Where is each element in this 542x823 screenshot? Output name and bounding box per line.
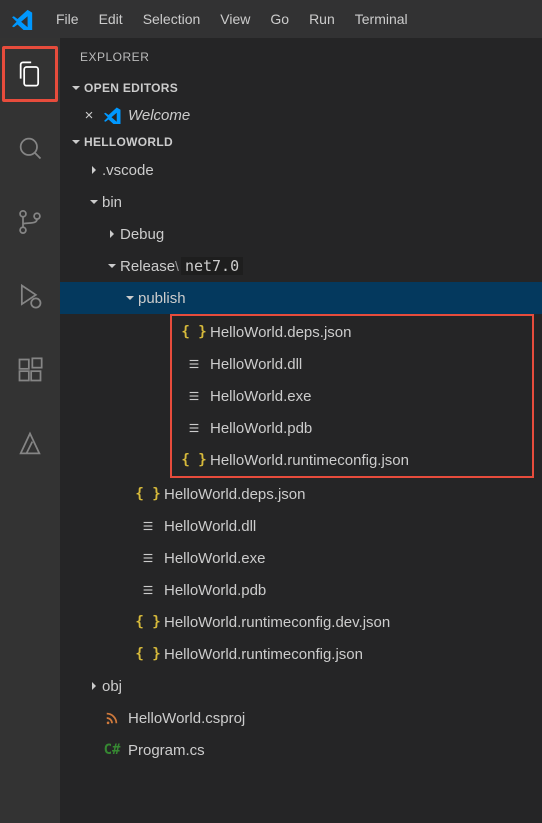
file-row[interactable]: { } HelloWorld.runtimeconfig.json [172,444,532,476]
close-icon[interactable]: × [80,107,98,124]
file-row[interactable]: HelloWorld.pdb [60,574,542,606]
chevron-down-icon [68,134,84,150]
menu-edit[interactable]: Edit [89,7,133,31]
activity-azure[interactable] [2,416,58,472]
folder-row[interactable]: obj [60,670,542,702]
file-icon [138,551,158,565]
folder-row[interactable]: Release \net7.0 [60,250,542,282]
file-label: HelloWorld.exe [164,550,265,567]
workspace-header[interactable]: HELLOWORLD [60,130,542,154]
menu-selection[interactable]: Selection [133,7,211,31]
chevron-down-icon [104,258,120,274]
folder-row[interactable]: .vscode [60,154,542,186]
file-label: HelloWorld.dll [210,356,302,373]
file-row[interactable]: C# Program.cs [60,734,542,766]
chevron-right-icon [104,226,120,242]
vscode-logo-icon [104,106,122,124]
path-suffix: net7.0 [181,257,243,275]
menu-run[interactable]: Run [299,7,345,31]
rss-icon [102,711,122,725]
file-label: HelloWorld.exe [210,388,311,405]
activity-explorer[interactable] [2,46,58,102]
file-icon [184,389,204,403]
folder-row[interactable]: Debug [60,218,542,250]
explorer-sidebar: EXPLORER OPEN EDITORS × Welcome HELLOWOR… [60,38,542,823]
file-row[interactable]: { } HelloWorld.deps.json [172,316,532,348]
activity-bar [0,38,60,823]
file-row[interactable]: HelloWorld.csproj [60,702,542,734]
chevron-down-icon [68,80,84,96]
file-icon [184,357,204,371]
json-icon: { } [138,614,158,630]
chevron-down-icon [122,290,138,306]
activity-source-control[interactable] [2,194,58,250]
play-bug-icon [16,282,44,310]
vscode-logo-icon [12,8,34,30]
file-label: HelloWorld.csproj [128,710,245,727]
file-row[interactable]: HelloWorld.dll [172,348,532,380]
explorer-title: EXPLORER [60,38,542,76]
json-icon: { } [184,324,204,340]
file-label: Program.cs [128,742,205,759]
menu-terminal[interactable]: Terminal [345,7,418,31]
file-row[interactable]: HelloWorld.dll [60,510,542,542]
file-row[interactable]: HelloWorld.exe [172,380,532,412]
folder-label: bin [102,194,122,211]
file-icon [138,583,158,597]
chevron-right-icon [86,678,102,694]
open-editors-header[interactable]: OPEN EDITORS [60,76,542,100]
file-label: HelloWorld.runtimeconfig.json [164,646,363,663]
search-icon [16,134,44,162]
open-editor-item[interactable]: × Welcome [60,100,542,130]
file-label: HelloWorld.dll [164,518,256,535]
highlight-box: { } HelloWorld.deps.json HelloWorld.dll Hel… [170,314,534,478]
chevron-right-icon [86,162,102,178]
chevron-down-icon [86,194,102,210]
open-editor-label: Welcome [128,107,190,124]
menu-go[interactable]: Go [260,7,299,31]
folder-row[interactable]: publish [60,282,542,314]
titlebar: FileEditSelectionViewGoRunTerminal [0,0,542,38]
csharp-icon: C# [102,742,122,758]
folder-row[interactable]: bin [60,186,542,218]
file-row[interactable]: { } HelloWorld.runtimeconfig.dev.json [60,606,542,638]
folder-label: .vscode [102,162,154,179]
azure-icon [16,430,44,458]
menu-file[interactable]: File [46,7,89,31]
activity-search[interactable] [2,120,58,176]
file-row[interactable]: { } HelloWorld.runtimeconfig.json [60,638,542,670]
file-label: HelloWorld.deps.json [164,486,305,503]
menu-bar: FileEditSelectionViewGoRunTerminal [46,7,418,31]
activity-extensions[interactable] [2,342,58,398]
file-icon [138,519,158,533]
file-label: HelloWorld.pdb [164,582,266,599]
menu-view[interactable]: View [210,7,260,31]
file-label: HelloWorld.pdb [210,420,312,437]
branch-icon [16,208,44,236]
file-row[interactable]: { } HelloWorld.deps.json [60,478,542,510]
file-label: HelloWorld.runtimeconfig.dev.json [164,614,390,631]
file-tree: .vscode bin Debug Release \net7.0 publish { }… [60,154,542,766]
json-icon: { } [138,646,158,662]
folder-label: Release [120,258,175,275]
file-row[interactable]: HelloWorld.exe [60,542,542,574]
activity-run-debug[interactable] [2,268,58,324]
file-label: HelloWorld.deps.json [210,324,351,341]
file-icon [184,421,204,435]
json-icon: { } [184,452,204,468]
file-label: HelloWorld.runtimeconfig.json [210,452,409,469]
folder-label: Debug [120,226,164,243]
folder-label: publish [138,290,186,307]
extensions-icon [16,356,44,384]
files-icon [16,60,44,88]
folder-label: obj [102,678,122,695]
json-icon: { } [138,486,158,502]
file-row[interactable]: HelloWorld.pdb [172,412,532,444]
